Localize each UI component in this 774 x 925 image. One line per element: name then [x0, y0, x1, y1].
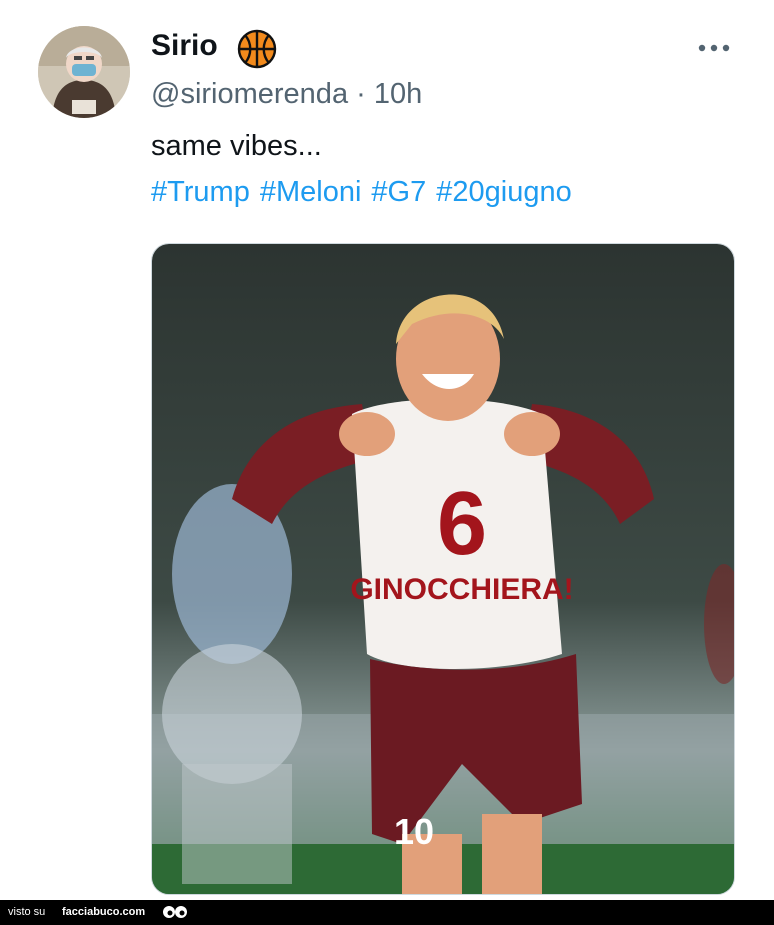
- shorts-number: 10: [394, 811, 434, 852]
- watermark-site: facciabuco.com: [62, 906, 146, 918]
- user-handle[interactable]: @siriomerenda: [151, 78, 348, 110]
- photo-illustration: 6 GINOCCHIERA! 10: [152, 244, 734, 894]
- hashtag-link[interactable]: #Trump: [151, 176, 250, 208]
- separator: ·: [356, 78, 366, 110]
- tweet-text: same vibes...: [151, 130, 322, 162]
- shirt-text: GINOCCHIERA!: [350, 573, 573, 606]
- tweet-photo[interactable]: 6 GINOCCHIERA! 10: [151, 243, 735, 895]
- hashtag-link[interactable]: #Meloni: [260, 176, 362, 208]
- watermark-bar: visto su facciabuco.com: [0, 900, 774, 925]
- hashtag-link[interactable]: #20giugno: [436, 176, 571, 208]
- avatar-image: [38, 26, 130, 118]
- shirt-number: 6: [437, 474, 487, 574]
- post-time[interactable]: 10h: [374, 78, 422, 110]
- basketball-icon: [237, 29, 277, 69]
- more-options-icon[interactable]: [696, 38, 736, 58]
- watermark-label: visto su: [8, 906, 46, 918]
- hashtag-list: #Trump #Meloni #G7 #20giugno: [151, 174, 582, 210]
- display-name[interactable]: Sirio: [151, 28, 218, 64]
- hashtag-link[interactable]: #G7: [371, 176, 426, 208]
- handle-line: @siriomerenda · 10h: [151, 76, 422, 112]
- eyes-logo-icon: [163, 906, 187, 918]
- avatar[interactable]: [38, 26, 130, 118]
